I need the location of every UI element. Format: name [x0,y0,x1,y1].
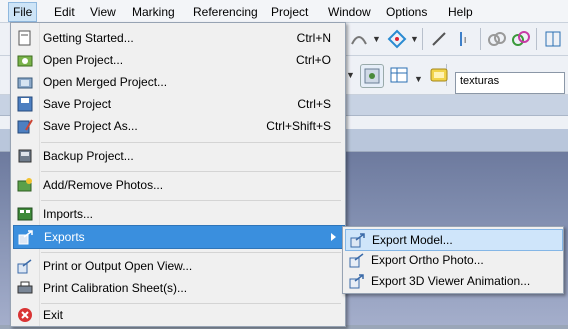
menu-item-exports[interactable]: Exports [13,225,345,249]
menu-item-backup-project[interactable]: Backup Project... [13,145,343,167]
connect-tool-icon[interactable] [510,28,532,50]
grid-tool-icon[interactable] [542,28,564,50]
print-view-icon [17,258,33,274]
menu-item-add-remove-photos[interactable]: Add/Remove Photos... [13,174,343,196]
menu-marking[interactable]: Marking [132,4,175,20]
link-tool-icon[interactable] [486,28,508,50]
submenu-item-export-3d-animation[interactable]: Export 3D Viewer Animation... [345,271,561,291]
photos-icon [17,177,33,193]
menu-separator [41,171,341,172]
save-as-icon [17,118,33,134]
chevron-down-icon[interactable]: ▼ [372,34,381,44]
menu-item-open-project[interactable]: Open Project... Ctrl+O [13,49,343,71]
menu-item-save-project[interactable]: Save Project Ctrl+S [13,93,343,115]
menu-item-exit[interactable]: Exit [13,305,343,325]
getting-started-icon [17,30,33,46]
printer-icon [17,280,33,296]
table-view-icon[interactable] [388,64,410,86]
chevron-down-icon[interactable]: ▼ [346,70,355,80]
menu-separator [41,252,341,253]
menu-item-getting-started[interactable]: Getting Started... Ctrl+N [13,27,343,49]
menu-window[interactable]: Window [328,4,371,20]
menu-separator [41,303,341,304]
toolbar-separator [536,28,537,50]
svg-text:I: I [464,36,466,45]
menu-view[interactable]: View [90,4,116,20]
exports-icon [18,229,34,245]
export-model-icon [350,232,366,248]
export-animation-icon [349,273,365,289]
imports-icon [17,206,33,222]
menu-item-print-calibration[interactable]: Print Calibration Sheet(s)... [13,277,343,299]
menu-item-open-merged[interactable]: Open Merged Project... [13,71,343,93]
backup-icon [17,148,33,164]
save-icon [17,96,33,112]
measure-tool-icon[interactable]: I [454,28,476,50]
file-menu: Getting Started... Ctrl+N Open Project..… [10,22,346,327]
line-tool-icon[interactable] [428,28,450,50]
open-merged-icon [17,74,33,90]
menu-bar: File Edit View Marking Referencing Proje… [0,0,568,23]
diamond-tool-icon[interactable] [386,28,408,50]
menu-help[interactable]: Help [448,4,473,20]
exit-icon [17,307,33,323]
menu-item-print-open-view[interactable]: Print or Output Open View... [13,255,343,277]
menu-options[interactable]: Options [386,4,427,20]
marker-tool-icon[interactable] [348,28,370,50]
menu-item-save-project-as[interactable]: Save Project As... Ctrl+Shift+S [13,115,343,137]
menu-separator [41,200,341,201]
menu-file[interactable]: File [8,2,38,22]
exports-submenu: Export Model... Export Ortho Photo... Ex… [342,226,564,294]
chevron-down-icon[interactable]: ▼ [410,34,419,44]
chevron-down-icon[interactable]: ▼ [414,74,423,84]
submenu-arrow-icon [331,233,336,241]
submenu-item-export-ortho[interactable]: Export Ortho Photo... [345,250,561,270]
toolbar-separator [422,28,423,50]
menu-edit[interactable]: Edit [54,4,75,20]
menu-separator [41,142,341,143]
photo-view-icon[interactable] [360,64,384,88]
texture-name-field[interactable]: texturas [455,72,565,94]
toolbar-separator [480,28,481,50]
texture-icon[interactable] [428,64,450,86]
menu-project[interactable]: Project [271,4,308,20]
menu-item-imports[interactable]: Imports... [13,203,343,225]
export-ortho-icon [349,252,365,268]
texture-name-value: texturas [460,75,500,87]
open-project-icon [17,52,33,68]
menu-referencing[interactable]: Referencing [193,4,258,20]
submenu-item-export-model[interactable]: Export Model... [345,229,563,251]
